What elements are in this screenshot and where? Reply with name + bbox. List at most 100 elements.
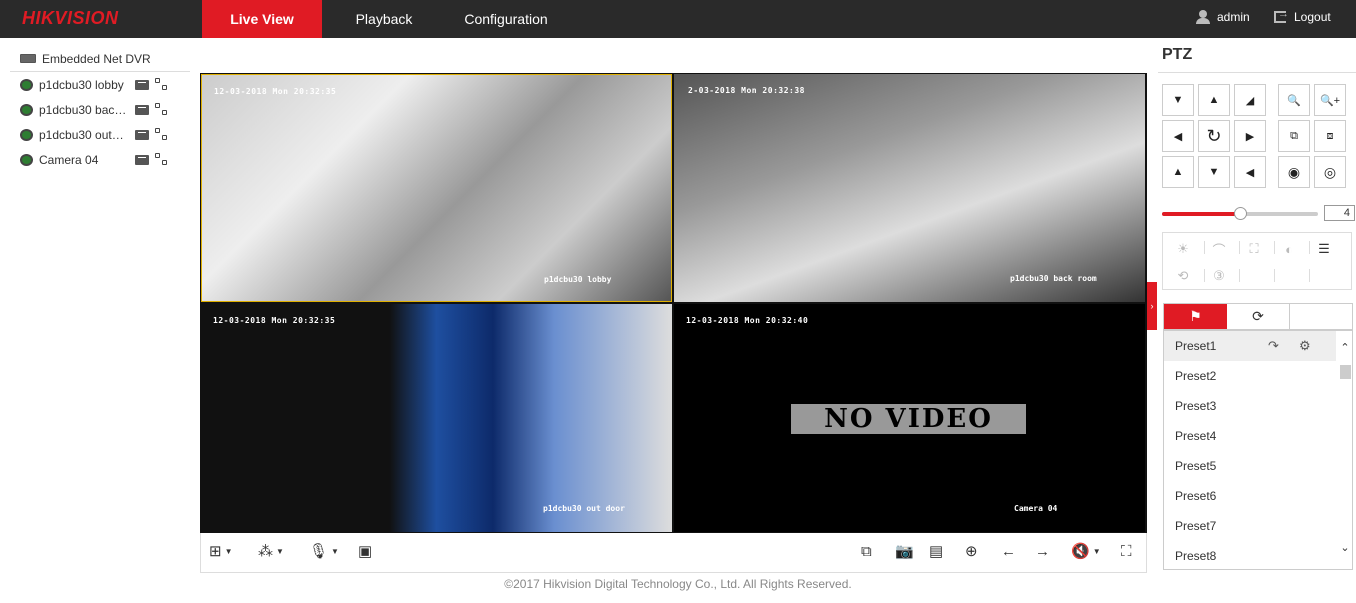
ptz-tab-bar: ⚑ ⟳	[1163, 303, 1353, 330]
video-tile-3[interactable]: 12-03-2018 Mon 20:32:35 p1dcbu30 out doo…	[201, 304, 672, 532]
user-menu[interactable]: admin	[1196, 10, 1250, 24]
zoom-in-icon[interactable]: 🔍+	[1314, 84, 1346, 116]
pan-up-left-button[interactable]: ▼	[1162, 84, 1194, 116]
record-icon[interactable]	[135, 154, 149, 165]
osd-timestamp: 12-03-2018 Mon 20:32:35	[214, 87, 337, 96]
ptz-title: PTZ	[1162, 46, 1193, 63]
hikvision-logo: HIKVISION	[22, 8, 119, 28]
microphone-icon[interactable]: 🎙 ▼	[309, 543, 339, 561]
manual-tracking-icon[interactable]: ⟲	[1173, 266, 1193, 286]
pan-down-left-button[interactable]: ▲	[1162, 156, 1194, 188]
logout-icon	[1274, 8, 1289, 23]
ptz-control-icon[interactable]	[155, 127, 169, 142]
digital-zoom-icon[interactable]: ⊕	[965, 543, 978, 561]
osd-camera-name: p1dcbu30 out door	[543, 504, 625, 513]
camera-item-lobby[interactable]: p1dcbu30 lobby	[10, 72, 190, 97]
ptz-speed-fill	[1162, 212, 1240, 216]
scroll-up-icon[interactable]: ⌃	[1337, 341, 1352, 355]
record-clip-icon[interactable]: ▤	[929, 543, 943, 561]
preset-scrollbar[interactable]: ⌃ ⌄	[1337, 331, 1352, 569]
capture-icon[interactable]: 📷	[895, 543, 914, 561]
divider	[1239, 241, 1240, 254]
device-root[interactable]: Embedded Net DVR	[10, 46, 190, 72]
tab-preset-flag-icon[interactable]: ⚑	[1164, 304, 1227, 329]
zoom-out-icon[interactable]: 🔍	[1278, 84, 1310, 116]
video-tile-2[interactable]: 2-03-2018 Mon 20:32:38 p1dcbu30 back roo…	[674, 74, 1145, 302]
gear-icon[interactable]: ⚙	[1299, 331, 1311, 361]
divider	[1239, 269, 1240, 282]
preset-label: Preset8	[1175, 549, 1217, 563]
focus-near-icon[interactable]: ⧉	[1278, 120, 1310, 152]
divider	[1274, 269, 1275, 282]
stop-all-icon[interactable]: ⧉	[861, 543, 872, 561]
iris-close-icon[interactable]: ◎	[1314, 156, 1346, 188]
preset-item[interactable]: Preset6	[1164, 481, 1336, 511]
pan-down-button[interactable]: ▼	[1198, 156, 1230, 188]
ptz-control-icon[interactable]	[155, 152, 169, 167]
pan-up-button[interactable]: ▲	[1198, 84, 1230, 116]
camera-item-out-door[interactable]: p1dcbu30 out…	[10, 122, 190, 147]
copyright-footer: ©2017 Hikvision Digital Technology Co., …	[504, 577, 852, 591]
video-tile-4[interactable]: 12-03-2018 Mon 20:32:40 NO VIDEO Camera …	[674, 304, 1145, 532]
user-icon	[1196, 10, 1210, 24]
preset-item[interactable]: Preset7	[1164, 511, 1336, 541]
3d-positioning-icon[interactable]: ③	[1209, 266, 1229, 286]
logout-button[interactable]: Logout	[1274, 8, 1331, 24]
preset-item[interactable]: Preset4	[1164, 421, 1336, 451]
stream-type-icon[interactable]: ⁂ ▼	[258, 543, 284, 561]
preset-item[interactable]: Preset2	[1164, 361, 1336, 391]
call-preset-icon[interactable]: ↷	[1268, 331, 1279, 361]
scroll-thumb[interactable]	[1340, 365, 1351, 379]
preset-item[interactable]: Preset3	[1164, 391, 1336, 421]
record-icon[interactable]	[135, 79, 149, 90]
fullscreen-icon[interactable]: ⛶	[1121, 543, 1132, 561]
pan-down-right-button[interactable]: ◀	[1234, 156, 1266, 188]
auxiliary-focus-icon[interactable]: ⛶	[1244, 239, 1264, 259]
volume-mute-icon[interactable]: 🔇 ▼	[1071, 543, 1101, 561]
collapse-ptz-panel-icon[interactable]: ›	[1147, 282, 1157, 330]
ptz-control-icon[interactable]	[155, 102, 169, 117]
camera-item-camera-04[interactable]: Camera 04	[10, 147, 190, 172]
focus-far-icon[interactable]: ⧈	[1314, 120, 1346, 152]
ptz-speed-handle[interactable]	[1234, 207, 1247, 220]
no-video-overlay: NO VIDEO	[791, 404, 1026, 434]
pan-right-button[interactable]: ▶	[1234, 120, 1266, 152]
iris-open-icon[interactable]: ◉	[1278, 156, 1310, 188]
window-layout-icon[interactable]: ⊞ ▼	[209, 543, 233, 561]
camera-item-back-room[interactable]: p1dcbu30 bac…	[10, 97, 190, 122]
record-icon[interactable]	[135, 104, 149, 115]
tab-playback[interactable]: Playback	[332, 0, 436, 38]
preset-item[interactable]: Preset5	[1164, 451, 1336, 481]
scroll-down-icon[interactable]: ⌄	[1337, 541, 1352, 555]
device-label: Embedded Net DVR	[42, 51, 151, 66]
preset-item[interactable]: Preset8	[1164, 541, 1336, 569]
previous-page-icon[interactable]: ←	[1001, 543, 1016, 561]
preset-list: Preset1 ↷ ⚙ Preset2 Preset3 Preset4 Pres…	[1163, 330, 1353, 570]
ptz-function-box: ☀ ⌒ ⛶ ◐ ☰ ⟲ ③	[1162, 232, 1352, 290]
auto-scan-button[interactable]: ↻	[1198, 120, 1230, 152]
video-tile-1[interactable]: 12-03-2018 Mon 20:32:35 p1dcbu30 lobby	[201, 74, 672, 302]
preset-label: Preset4	[1175, 429, 1217, 443]
ptz-speed-value: 4	[1324, 205, 1355, 221]
light-icon[interactable]: ☀	[1173, 239, 1193, 259]
ptz-speed-slider[interactable]	[1162, 207, 1318, 220]
preset-item[interactable]: Preset1 ↷ ⚙	[1164, 331, 1336, 361]
start-all-live-icon[interactable]: ▣	[358, 543, 372, 561]
divider	[1204, 269, 1205, 282]
tab-pattern[interactable]	[1290, 304, 1352, 329]
menu-icon[interactable]: ☰	[1314, 239, 1334, 259]
pan-up-right-button[interactable]: ◢	[1234, 84, 1266, 116]
lens-init-icon[interactable]: ◐	[1279, 239, 1299, 259]
wiper-icon[interactable]: ⌒	[1209, 239, 1229, 259]
next-page-icon[interactable]: →	[1035, 543, 1050, 561]
ptz-control-icon[interactable]	[155, 77, 169, 92]
tab-configuration[interactable]: Configuration	[446, 0, 566, 38]
camera-icon	[20, 128, 33, 141]
tab-live-view[interactable]: Live View	[202, 0, 322, 38]
divider	[1204, 241, 1205, 254]
record-icon[interactable]	[135, 129, 149, 140]
pan-left-button[interactable]: ◀	[1162, 120, 1194, 152]
osd-camera-name: Camera 04	[1014, 504, 1058, 513]
tab-patrol-cycle-icon[interactable]: ⟳	[1227, 304, 1290, 329]
preset-label: Preset6	[1175, 489, 1217, 503]
